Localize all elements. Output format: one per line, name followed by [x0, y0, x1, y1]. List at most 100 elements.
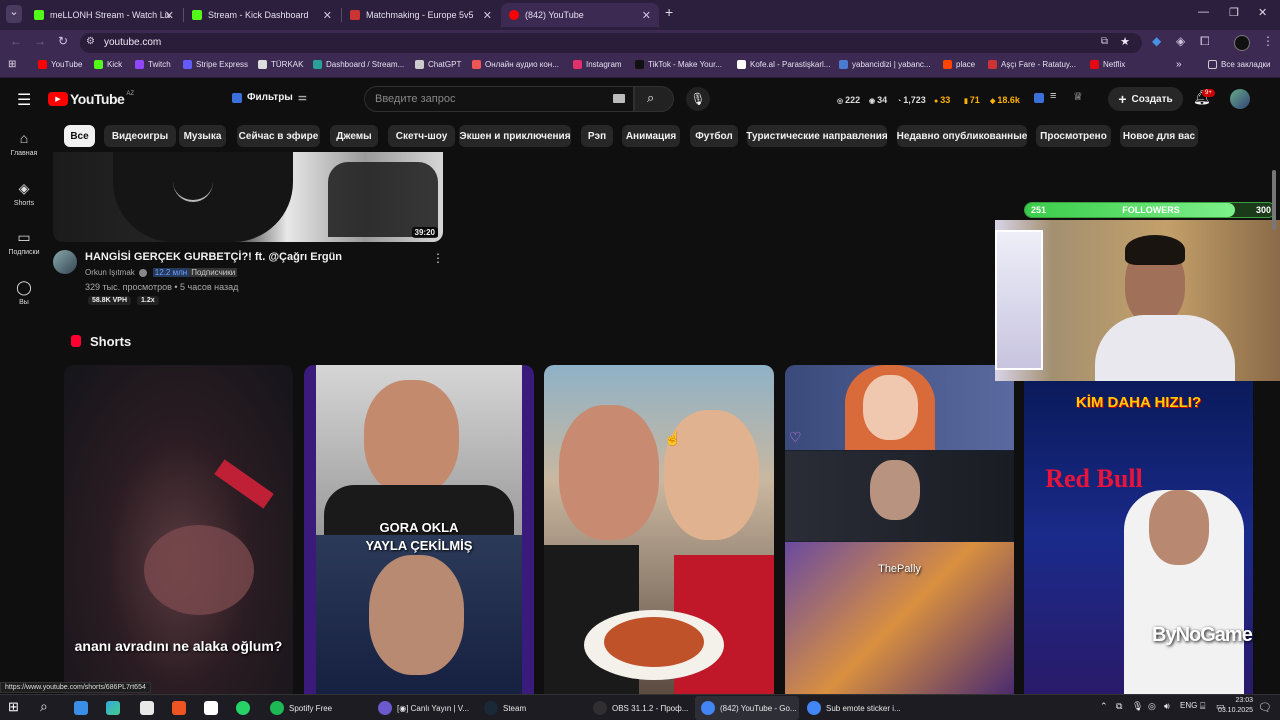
close-icon[interactable]: ✕ — [642, 9, 651, 22]
bookmark-item[interactable]: Aşçı Fare - Ratatuy... — [988, 60, 1076, 69]
tab-youtube[interactable]: (842) YouTube ✕ — [501, 3, 659, 27]
filter-chip[interactable]: Просмотрено — [1036, 125, 1111, 147]
bookmark-item[interactable]: Kick — [94, 60, 122, 69]
create-button[interactable]: + Создать — [1108, 87, 1183, 111]
extension-badge-icon[interactable] — [1034, 93, 1044, 103]
bookmark-item[interactable]: ChatGPT — [415, 60, 461, 69]
tab-matchmaking[interactable]: Matchmaking - Europe 5v5 Qu ✕ — [342, 3, 500, 27]
sidebar-item[interactable]: ◯ Вы — [0, 279, 48, 306]
page-scrollbar[interactable] — [1272, 170, 1276, 230]
bookmark-item[interactable]: Dashboard / Stream... — [313, 60, 404, 69]
tray-mic-icon[interactable]: 🎙︎ — [1132, 701, 1143, 712]
keyboard-icon[interactable] — [613, 94, 625, 103]
extension-shield-icon[interactable]: ◆ — [1152, 34, 1161, 48]
whatsapp-icon[interactable] — [236, 701, 255, 715]
channel-avatar[interactable] — [53, 250, 77, 274]
filter-chip[interactable]: Все — [64, 125, 95, 147]
filter-chip[interactable]: Скетч-шоу — [388, 125, 455, 147]
restore-button[interactable]: ❐ — [1229, 6, 1239, 19]
apps-icon[interactable]: ⊞ — [8, 59, 16, 70]
filter-chip[interactable]: Экшен и приключения — [459, 125, 571, 147]
tab-search-button[interactable]: ⌄ — [6, 5, 22, 23]
volume-icon[interactable]: 🔊︎ — [1164, 701, 1170, 712]
taskbar-app[interactable]: Sub emote sticker i... — [807, 701, 901, 715]
more-options-icon[interactable]: ⋮ — [432, 251, 444, 265]
bookmark-item[interactable]: Netflix — [1090, 60, 1125, 69]
bookmark-item[interactable]: place — [943, 60, 975, 69]
short-card-4[interactable]: ♡ ThePally — [785, 365, 1014, 695]
filter-chip[interactable]: Туристические направления — [746, 125, 888, 147]
extensions-puzzle-icon[interactable]: ⧠ — [1200, 34, 1210, 49]
search-box[interactable]: Введите запрос — [364, 86, 634, 112]
more-bookmarks-icon[interactable]: » — [1176, 59, 1182, 70]
store-icon[interactable] — [140, 701, 159, 715]
filter-chip[interactable]: Музыка — [179, 125, 226, 147]
taskbar-search-icon[interactable]: ⌕ — [40, 698, 48, 715]
tab-kick-watch[interactable]: meLLONH Stream - Watch Live ✕ — [26, 3, 182, 27]
youtube-logo[interactable]: ▶ YouTube AZ — [48, 91, 134, 107]
bookmark-item[interactable]: Twitch — [135, 60, 171, 69]
filter-chip[interactable]: Видеоигры — [104, 125, 176, 147]
bookmark-item[interactable]: Онлайн аудио кон... — [472, 60, 559, 69]
taskbar-app[interactable]: OBS 31.1.2 - Проф... — [593, 701, 688, 715]
taskbar-app[interactable]: Steam — [484, 701, 526, 715]
sidebar-item[interactable]: ▭ Подписки — [0, 229, 48, 256]
taskbar-app[interactable]: (842) YouTube - Go... — [701, 701, 797, 715]
capcut-icon[interactable] — [204, 701, 223, 715]
sidebar-item[interactable]: ⌂ Главная — [0, 130, 48, 157]
channel-name[interactable]: Orkun Işıtmak — [85, 268, 135, 277]
list-icon[interactable]: ≡ — [1050, 90, 1056, 102]
filter-chip[interactable]: Новое для вас — [1120, 125, 1198, 147]
tab-kick-dashboard[interactable]: Stream - Kick Dashboard ✕ — [184, 3, 340, 27]
minimize-button[interactable]: — — [1198, 6, 1209, 18]
install-icon[interactable]: ⧉ — [1101, 36, 1108, 47]
filter-chip[interactable]: Анимация — [622, 125, 680, 147]
filter-chip[interactable]: Рэп — [581, 125, 613, 147]
bookmark-item[interactable]: YouTube — [38, 60, 82, 69]
close-icon[interactable]: ✕ — [323, 9, 332, 22]
sidebar-item[interactable]: ◈ Shorts — [0, 180, 48, 207]
extension-icon[interactable]: ◈ — [1176, 34, 1185, 48]
bookmark-item[interactable]: Stripe Express — [183, 60, 248, 69]
notifications-center-icon[interactable]: 🗨︎ — [1258, 701, 1272, 714]
all-bookmarks[interactable]: Все закладки — [1208, 60, 1270, 69]
short-card-5[interactable]: KİM DAHA HIZLI? Red Bull — [1024, 380, 1253, 695]
filters-button[interactable]: Фильтры ⚌ — [232, 92, 307, 103]
bookmark-item[interactable]: yabancidizi | yabanc... — [839, 60, 931, 69]
microphone-icon[interactable]: 🎙 — [686, 87, 710, 111]
video-title[interactable]: HANGİSİ GERÇEK GURBETÇİ?! ft. @Çağrı Erg… — [85, 251, 342, 263]
clock-time[interactable]: 23:03 — [1203, 697, 1253, 704]
windows-start-icon[interactable]: ⊞ — [8, 699, 19, 715]
search-button[interactable]: ⌕ — [634, 86, 674, 112]
new-tab-button[interactable]: + — [665, 4, 673, 20]
file-explorer-icon[interactable] — [74, 701, 93, 715]
filter-chip[interactable]: Футбол — [690, 125, 738, 147]
bookmark-item[interactable]: TÜRKAK — [258, 60, 303, 69]
edge-icon[interactable] — [106, 701, 125, 715]
short-card-2[interactable]: GORA OKLA YAYLA ÇEKİLMİŞ — [304, 365, 534, 695]
forward-icon[interactable]: → — [34, 34, 46, 48]
account-avatar[interactable] — [1230, 89, 1250, 109]
clock-date[interactable]: 03.10.2025 — [1203, 707, 1253, 714]
taskbar-app[interactable]: Spotify Free — [270, 701, 332, 715]
close-icon[interactable]: ✕ — [165, 9, 174, 22]
short-card-3[interactable] — [544, 365, 774, 695]
language-indicator[interactable]: ENG — [1180, 701, 1197, 710]
short-card-1[interactable]: ananı avradını ne alaka oğlum? — [64, 365, 293, 695]
bookmark-item[interactable]: TikTok - Make Your... — [635, 60, 722, 69]
window-close-button[interactable]: ✕ — [1258, 6, 1267, 19]
tray-app-icon[interactable]: ⧉ — [1116, 701, 1122, 712]
tray-headset-icon[interactable]: ◎ — [1148, 701, 1156, 712]
bookmark-item[interactable]: Kofe.al - Parastişkarl... — [737, 60, 830, 69]
reload-icon[interactable]: ↻ — [58, 34, 68, 48]
filter-chip[interactable]: Джемы — [330, 125, 378, 147]
bookmark-star-icon[interactable]: ★ — [1120, 35, 1130, 48]
taskbar-app[interactable]: [◉] Canlı Yayın | V... — [378, 701, 469, 715]
omnibox[interactable]: ⚙ youtube.com ⧉ ★ — [80, 33, 1142, 53]
bookmark-item[interactable]: Instagram — [573, 60, 622, 69]
youtube-app-icon[interactable] — [172, 701, 191, 715]
filter-chip[interactable]: Сейчас в эфире — [237, 125, 320, 147]
profile-avatar[interactable] — [1234, 35, 1250, 51]
filter-chip[interactable]: Недавно опубликованные — [897, 125, 1027, 147]
site-info-icon[interactable]: ⚙ — [86, 36, 95, 47]
